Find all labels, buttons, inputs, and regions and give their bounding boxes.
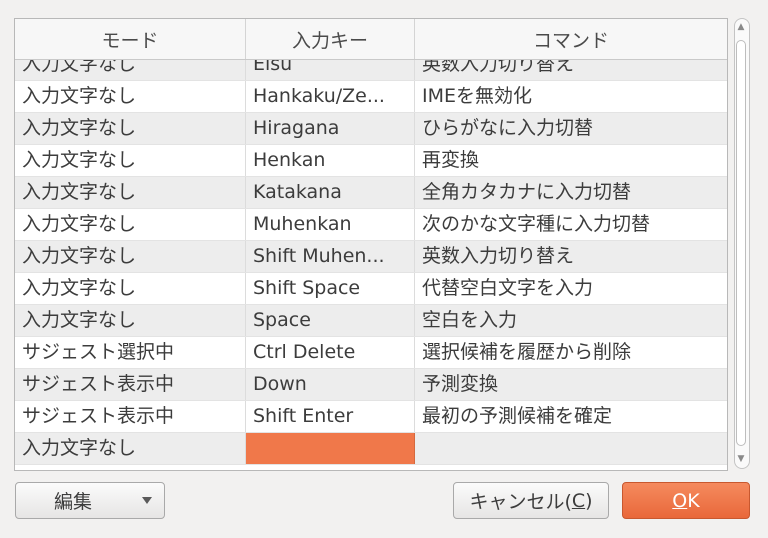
table-row[interactable]: 入力文字なし bbox=[15, 433, 727, 465]
table-row[interactable]: 入力文字なし Hiragana ひらがなに入力切替 bbox=[15, 113, 727, 145]
cell-command[interactable]: 選択候補を履歴から削除 bbox=[415, 337, 727, 368]
table-row[interactable]: サジェスト表示中 Down 予測変換 bbox=[15, 369, 727, 401]
cell-input-key[interactable] bbox=[246, 433, 415, 464]
column-header-input-key[interactable]: 入力キー bbox=[246, 19, 415, 59]
cell-input-key[interactable]: Henkan bbox=[246, 145, 415, 176]
column-header-command[interactable]: コマンド bbox=[415, 19, 727, 59]
cell-input-key[interactable]: Down bbox=[246, 369, 415, 400]
table-row[interactable]: サジェスト選択中 Ctrl Delete 選択候補を履歴から削除 bbox=[15, 337, 727, 369]
cell-mode[interactable]: 入力文字なし bbox=[15, 81, 246, 112]
cell-input-key[interactable]: Shift Enter bbox=[246, 401, 415, 432]
cancel-button-label-pre: キャンセル( bbox=[469, 491, 572, 513]
cell-command[interactable]: 次のかな文字種に入力切替 bbox=[415, 209, 727, 240]
table-row[interactable]: 入力文字なし Muhenkan 次のかな文字種に入力切替 bbox=[15, 209, 727, 241]
cell-command[interactable]: 全角カタカナに入力切替 bbox=[415, 177, 727, 208]
cell-mode[interactable]: 入力文字なし bbox=[15, 241, 246, 272]
cell-command[interactable]: 再変換 bbox=[415, 145, 727, 176]
ok-button-label-post: K bbox=[687, 489, 700, 512]
cell-command[interactable]: 英数入力切り替え bbox=[415, 241, 727, 272]
cell-input-key[interactable]: Shift Muhen... bbox=[246, 241, 415, 272]
table-row[interactable]: 入力文字なし Shift Muhen... 英数入力切り替え bbox=[15, 241, 727, 273]
cell-mode[interactable]: サジェスト表示中 bbox=[15, 369, 246, 400]
cell-mode[interactable]: サジェスト表示中 bbox=[15, 401, 246, 432]
edit-button[interactable]: 編集 bbox=[15, 482, 165, 519]
cell-command[interactable]: 空白を入力 bbox=[415, 305, 727, 336]
table-row[interactable]: 入力文字なし Henkan 再変換 bbox=[15, 145, 727, 177]
cell-command[interactable] bbox=[415, 433, 727, 464]
cell-command[interactable]: 英数入力切り替え bbox=[415, 60, 727, 80]
cell-command[interactable]: ひらがなに入力切替 bbox=[415, 113, 727, 144]
cell-mode[interactable]: 入力文字なし bbox=[15, 145, 246, 176]
chevron-down-icon bbox=[142, 497, 152, 504]
table-body: 入力文字なし Eisu 英数入力切り替え 入力文字なし Hankaku/Ze... IME… bbox=[15, 60, 727, 470]
cell-mode[interactable]: 入力文字なし bbox=[15, 177, 246, 208]
keymap-table: モード 入力キー コマンド 入力文字なし Eisu 英数入力切り替え 入力文字なし Ha… bbox=[14, 18, 728, 471]
cell-mode[interactable]: サジェスト選択中 bbox=[15, 337, 246, 368]
table-row[interactable]: 入力文字なし Eisu 英数入力切り替え bbox=[15, 60, 727, 81]
cell-input-key[interactable]: Katakana bbox=[246, 177, 415, 208]
cancel-button-label-post: ) bbox=[585, 489, 593, 512]
table-row[interactable]: 入力文字なし Shift Space 代替空白文字を入力 bbox=[15, 273, 727, 305]
cell-mode[interactable]: 入力文字なし bbox=[15, 273, 246, 304]
column-header-mode[interactable]: モード bbox=[15, 19, 246, 59]
table-row[interactable]: 入力文字なし Hankaku/Ze... IMEを無効化 bbox=[15, 81, 727, 113]
cell-command[interactable]: 最初の予測候補を確定 bbox=[415, 401, 727, 432]
cell-input-key[interactable]: Eisu bbox=[246, 60, 415, 80]
cell-command[interactable]: 代替空白文字を入力 bbox=[415, 273, 727, 304]
table-header: モード 入力キー コマンド bbox=[15, 19, 727, 60]
table-row[interactable]: サジェスト表示中 Shift Enter 最初の予測候補を確定 bbox=[15, 401, 727, 433]
cell-mode[interactable]: 入力文字なし bbox=[15, 60, 246, 80]
cell-input-key[interactable]: Space bbox=[246, 305, 415, 336]
scroll-thumb[interactable] bbox=[736, 40, 746, 446]
cell-mode[interactable]: 入力文字なし bbox=[15, 209, 246, 240]
cell-input-key[interactable]: Muhenkan bbox=[246, 209, 415, 240]
cell-mode[interactable]: 入力文字なし bbox=[15, 433, 246, 464]
cell-input-key[interactable]: Hankaku/Ze... bbox=[246, 81, 415, 112]
ok-button[interactable]: OK bbox=[622, 482, 750, 519]
table-row[interactable]: 入力文字なし Katakana 全角カタカナに入力切替 bbox=[15, 177, 727, 209]
cancel-button[interactable]: キャンセル(C) bbox=[453, 482, 609, 519]
cell-input-key[interactable]: Shift Space bbox=[246, 273, 415, 304]
cell-mode[interactable]: 入力文字なし bbox=[15, 305, 246, 336]
ok-button-mnemonic: O bbox=[672, 489, 688, 512]
edit-button-label: 編集 bbox=[54, 491, 93, 513]
scroll-up-icon[interactable]: ▲ bbox=[736, 22, 746, 32]
cell-command[interactable]: 予測変換 bbox=[415, 369, 727, 400]
table-row[interactable]: 入力文字なし Space 空白を入力 bbox=[15, 305, 727, 337]
cancel-button-mnemonic: C bbox=[571, 489, 586, 512]
cell-mode[interactable]: 入力文字なし bbox=[15, 113, 246, 144]
cell-input-key[interactable]: Ctrl Delete bbox=[246, 337, 415, 368]
cell-command[interactable]: IMEを無効化 bbox=[415, 81, 727, 112]
vertical-scrollbar[interactable]: ▲ ▼ bbox=[732, 18, 750, 469]
scroll-down-icon[interactable]: ▼ bbox=[736, 454, 746, 464]
cell-input-key[interactable]: Hiragana bbox=[246, 113, 415, 144]
